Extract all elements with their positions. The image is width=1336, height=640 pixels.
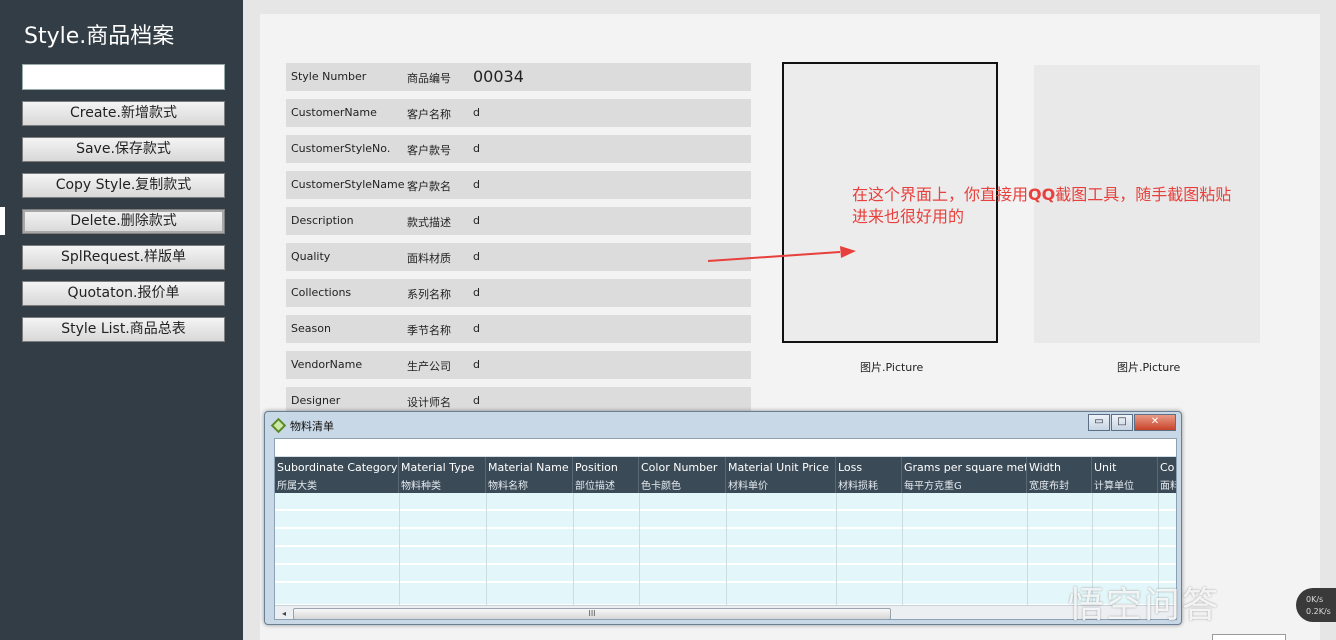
window-app-icon xyxy=(270,417,287,434)
quality-field[interactable]: d xyxy=(473,250,480,263)
picture-label-1: 图片.Picture xyxy=(860,361,924,374)
save-style-button[interactable]: Save.保存款式 xyxy=(22,137,225,162)
delete-style-button[interactable]: Delete.删除款式 xyxy=(22,209,225,234)
form-row-customer-style-name: CustomerStyleName 客户款名 d xyxy=(286,171,751,199)
minimize-button[interactable]: ▭ xyxy=(1088,414,1110,431)
annotation-line-1-a: 在这个界面上，你直接用 xyxy=(852,185,1029,204)
customer-name-field[interactable]: d xyxy=(473,106,480,119)
field-label-cn: 客户款号 xyxy=(407,144,451,157)
window-title: 物料清单 xyxy=(269,417,334,434)
network-speed-widget: 0K/s 0.2K/s xyxy=(1296,588,1336,622)
field-label-cn: 客户名称 xyxy=(407,108,451,121)
column-header[interactable]: Material Name 物料名称 xyxy=(486,457,573,493)
field-label-cn: 季节名称 xyxy=(407,324,451,337)
style-number-field[interactable]: 00034 xyxy=(473,67,524,86)
form-row-collections: Collections 系列名称 d xyxy=(286,279,751,307)
field-label-en: CustomerName xyxy=(291,106,377,119)
column-header[interactable]: Grams per square meter 每平方克重G xyxy=(902,457,1027,493)
column-divider xyxy=(1027,493,1028,605)
column-divider xyxy=(486,493,487,605)
material-grid[interactable]: Subordinate Category 所属大类 Material Type 物料… xyxy=(274,438,1177,620)
annotation-line-1-b: 截图工具，随手截图粘贴 xyxy=(1055,185,1232,204)
form-row-quality: Quality 面料材质 d xyxy=(286,243,751,271)
column-header[interactable]: Width 宽度布封 xyxy=(1027,457,1092,493)
field-label-en: Style Number xyxy=(291,70,367,83)
vendor-name-field[interactable]: d xyxy=(473,358,480,371)
column-header[interactable]: Position 部位描述 xyxy=(573,457,639,493)
watermark-text: 悟空问答 xyxy=(1068,585,1221,626)
column-header[interactable]: Unit 计算单位 xyxy=(1092,457,1158,493)
field-label-cn: 款式描述 xyxy=(407,216,451,229)
column-header[interactable]: Color Number 色卡颜色 xyxy=(639,457,726,493)
copy-style-button[interactable]: Copy Style.复制款式 xyxy=(22,173,225,198)
column-header[interactable]: Material Type 物料种类 xyxy=(399,457,486,493)
column-divider xyxy=(836,493,837,605)
sidebar: Style.商品档案 Create.新增款式 Save.保存款式 Copy St… xyxy=(0,0,243,640)
style-list-button[interactable]: Style List.商品总表 xyxy=(22,317,225,342)
description-field[interactable]: d xyxy=(473,214,480,227)
app-title: Style.商品档案 xyxy=(24,24,175,49)
column-divider xyxy=(573,493,574,605)
column-header[interactable]: Subordinate Category 所属大类 xyxy=(275,457,399,493)
field-label-cn: 系列名称 xyxy=(407,288,451,301)
column-header[interactable]: Co面料 xyxy=(1158,457,1176,493)
scroll-left-icon[interactable]: ◂ xyxy=(277,608,291,619)
column-header[interactable]: Loss 材料损耗 xyxy=(836,457,902,493)
field-label-en: Collections xyxy=(291,286,352,299)
quotation-button[interactable]: Quotaton.报价单 xyxy=(22,281,225,306)
collections-field[interactable]: d xyxy=(473,286,480,299)
field-label-en: Quality xyxy=(291,250,331,263)
form-row-customer-style-no: CustomerStyleNo. 客户款号 d xyxy=(286,135,751,163)
corner-button[interactable] xyxy=(1212,634,1286,640)
picture-label-2: 图片.Picture xyxy=(1117,361,1181,374)
season-field[interactable]: d xyxy=(473,322,480,335)
annotation-highlight: QQ xyxy=(1028,185,1056,204)
field-label-cn: 生产公司 xyxy=(407,360,451,373)
column-divider xyxy=(639,493,640,605)
field-label-cn: 设计师名 xyxy=(407,396,451,409)
annotation-text: 在这个界面上，你直接用QQ截图工具，随手截图粘贴 进来也很好用的 xyxy=(852,184,1312,228)
sample-request-button[interactable]: SplRequest.样版单 xyxy=(22,245,225,270)
field-label-cn: 客户款名 xyxy=(407,180,451,193)
form-row-season: Season 季节名称 d xyxy=(286,315,751,343)
horizontal-scrollbar[interactable]: ◂ III xyxy=(275,605,1176,619)
form-row-customer-name: CustomerName 客户名称 d xyxy=(286,99,751,127)
field-label-cn: 商品编号 xyxy=(407,72,451,85)
designer-field[interactable]: d xyxy=(473,394,480,407)
annotation-arrow-icon xyxy=(707,246,856,262)
column-divider xyxy=(902,493,903,605)
column-header[interactable]: Material Unit Price 材料单价 xyxy=(726,457,836,493)
grid-toolbar xyxy=(275,439,1176,457)
column-divider xyxy=(399,493,400,605)
form-row-description: Description 款式描述 d xyxy=(286,207,751,235)
form-row-vendor-name: VendorName 生产公司 d xyxy=(286,351,751,379)
field-label-cn: 面料材质 xyxy=(407,252,451,265)
search-input[interactable] xyxy=(22,64,225,90)
field-label-en: Season xyxy=(291,322,331,335)
customer-style-name-field[interactable]: d xyxy=(473,178,480,191)
field-label-en: Description xyxy=(291,214,354,227)
maximize-button[interactable]: □ xyxy=(1111,414,1133,431)
field-label-en: Designer xyxy=(291,394,341,407)
window-controls: ▭ □ ✕ xyxy=(1088,414,1176,431)
column-divider xyxy=(726,493,727,605)
scrollbar-thumb[interactable]: III xyxy=(293,608,891,619)
field-label-en: CustomerStyleName xyxy=(291,178,405,191)
annotation-line-2: 进来也很好用的 xyxy=(852,207,965,226)
sidebar-notch xyxy=(0,207,5,235)
window-title-text: 物料清单 xyxy=(290,420,334,433)
form-row-style-number: Style Number 商品编号 00034 xyxy=(286,63,751,91)
upload-speed: 0K/s xyxy=(1306,595,1324,604)
create-style-button[interactable]: Create.新增款式 xyxy=(22,101,225,126)
field-label-en: VendorName xyxy=(291,358,363,371)
grid-header: Subordinate Category 所属大类 Material Type 物料… xyxy=(275,457,1176,493)
annotation-line-1: 在这个界面上，你直接用QQ截图工具，随手截图粘贴 xyxy=(852,184,1312,206)
close-button[interactable]: ✕ xyxy=(1134,414,1176,431)
customer-style-no-field[interactable]: d xyxy=(473,142,480,155)
material-list-window[interactable]: 物料清单 ▭ □ ✕ Subordinate Category 所属大类 Mate… xyxy=(264,411,1182,625)
field-label-en: CustomerStyleNo. xyxy=(291,142,391,155)
download-speed: 0.2K/s xyxy=(1306,607,1331,616)
